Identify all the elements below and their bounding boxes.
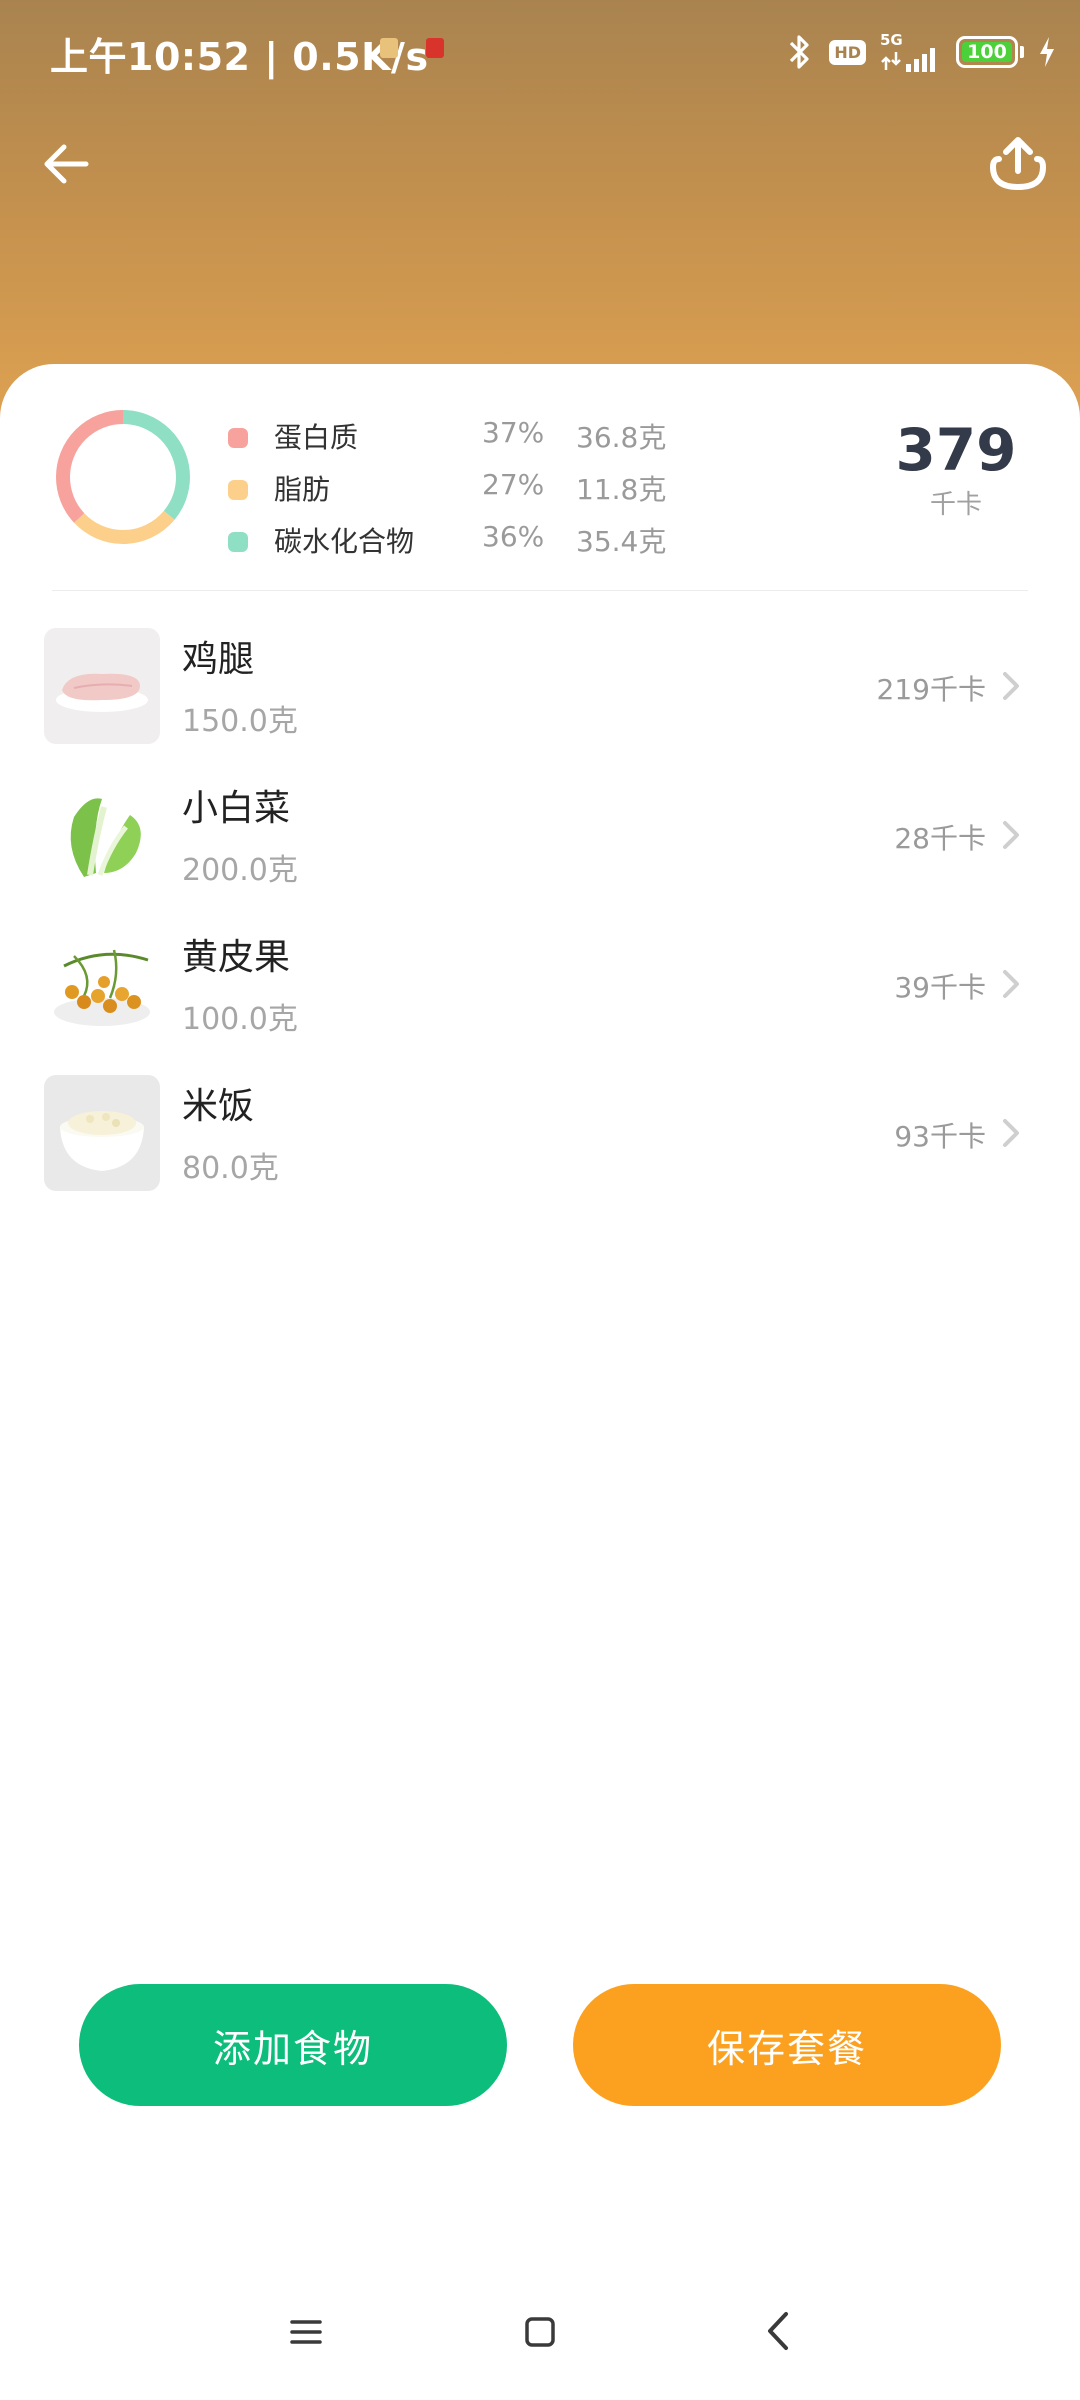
charging-icon [1040,37,1054,67]
food-item-chicken-leg[interactable]: 鸡腿 150.0克 219千卡 [0,628,1080,777]
macro-amount: 11.8克 [576,473,667,506]
food-item-bok-choy[interactable]: 小白菜 200.0克 28千卡 [0,777,1080,926]
menu-icon[interactable] [288,2312,324,2352]
food-kcal: 219千卡 [876,673,986,706]
status-bar: 上午10:52 | 0.5K/s HD 5G 100 [0,0,1080,104]
network-type: 5G [880,31,903,49]
total-kcal-unit: 千卡 [929,490,982,520]
food-list: 鸡腿 150.0克 219千卡 小白菜 200.0克 28千卡 黄皮果 100.… [0,628,1080,1224]
notification-app-icon [426,38,444,58]
food-name: 米饭 [182,1086,255,1127]
status-time: 上午10:52 | 0.5K/s [50,35,429,79]
food-photo [44,628,160,744]
fat-color-dot [228,480,248,500]
system-navigation-bar [0,2290,1080,2380]
food-kcal: 39千卡 [894,971,986,1004]
macro-name: 蛋白质 [274,421,359,454]
macro-row-protein: 蛋白质 37% 36.8克 [228,410,688,462]
macro-donut-chart [56,410,190,544]
macro-legend: 蛋白质 37% 36.8克 脂肪 27% 11.8克 碳水化合物 36% 35.… [228,410,688,566]
macro-row-fat: 脂肪 27% 11.8克 [228,462,688,514]
macro-percent: 37% [482,416,545,449]
macro-name: 碳水化合物 [274,525,415,558]
food-weight: 200.0克 [182,853,298,888]
food-weight: 150.0克 [182,704,298,739]
food-weight: 80.0克 [182,1151,279,1186]
food-weight: 100.0克 [182,1002,298,1037]
food-name: 鸡腿 [182,639,255,680]
macro-name: 脂肪 [274,473,331,506]
chevron-right-icon [1003,672,1019,700]
macro-percent: 36% [482,520,545,553]
food-kcal: 28千卡 [894,822,986,855]
back-button[interactable] [38,136,94,192]
arrow-left-icon [44,144,89,184]
food-photo [44,926,160,1042]
food-item-rice[interactable]: 米饭 80.0克 93千卡 [0,1075,1080,1224]
battery-cap [1020,46,1024,58]
nutrition-summary: 蛋白质 37% 36.8克 脂肪 27% 11.8克 碳水化合物 36% 35.… [0,364,1080,590]
total-calories: 379 千卡 [886,420,1026,521]
signal-icon [881,48,935,72]
upload-share-icon [989,137,1047,191]
food-name: 黄皮果 [182,937,291,978]
home-square-icon[interactable] [524,2312,556,2352]
share-button[interactable] [984,132,1052,196]
carbs-color-dot [228,532,248,552]
save-meal-button[interactable]: 保存套餐 [573,1984,1001,2106]
chevron-right-icon [1003,821,1019,849]
divider [52,590,1028,591]
food-kcal: 93千卡 [894,1120,986,1153]
notification-icons [380,38,444,58]
food-photo [44,777,160,893]
battery-level: 100 [967,41,1007,63]
add-food-button[interactable]: 添加食物 [79,1984,507,2106]
chevron-right-icon [1003,1119,1019,1147]
signal-indicator: 5G [880,32,942,72]
macro-amount: 35.4克 [576,525,667,558]
food-item-wampee[interactable]: 黄皮果 100.0克 39千卡 [0,926,1080,1075]
bluetooth-icon [790,35,809,69]
macro-amount: 36.8克 [576,421,667,454]
chevron-right-icon [1003,970,1019,998]
notification-app-icon [380,38,398,58]
hd-badge: HD [829,39,866,65]
total-kcal-value: 379 [895,416,1017,484]
back-chevron-icon[interactable] [764,2308,792,2354]
protein-color-dot [228,428,248,448]
status-right: HD 5G 100 [785,30,1056,74]
food-photo [44,1075,160,1191]
macro-row-carbs: 碳水化合物 36% 35.4克 [228,514,688,566]
macro-percent: 27% [482,468,545,501]
battery-icon: 100 [956,36,1018,68]
food-name: 小白菜 [182,788,291,829]
